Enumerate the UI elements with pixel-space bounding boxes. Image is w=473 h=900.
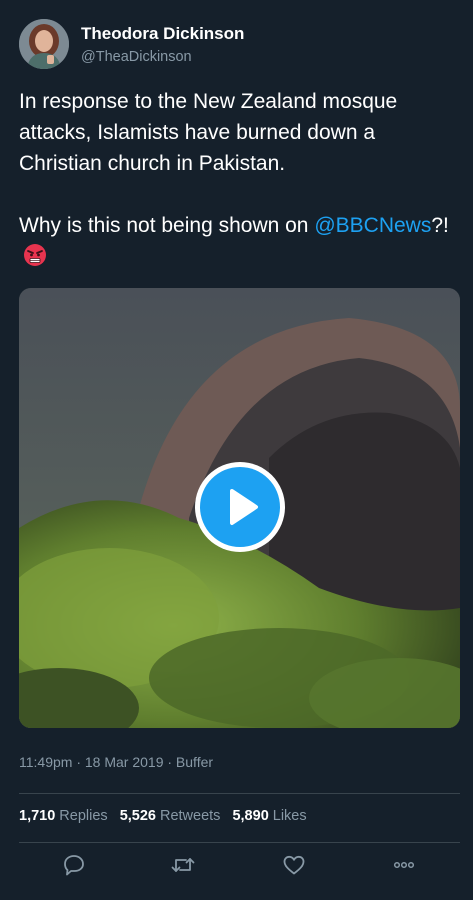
tweet: Theodora Dickinson @TheaDickinson In res… [0, 0, 473, 900]
tweet-text-line1: In response to the New Zealand mosque at… [19, 90, 398, 175]
tweet-timestamp[interactable]: 11:49pm · 18 Mar 2019 · Buffer [19, 754, 213, 770]
tweet-stats: 1,710 Replies 5,526 Retweets 5,890 Likes [19, 808, 315, 824]
reply-icon[interactable] [61, 852, 87, 878]
tweet-text-line2: Why is this not being shown on @BBCNews?… [19, 210, 459, 276]
replies-count: 1,710 [19, 808, 56, 824]
likes-count: 5,890 [232, 808, 269, 824]
likes-label: Likes [272, 808, 307, 824]
play-icon [200, 467, 280, 547]
retweets-stat[interactable]: 5,526 Retweets [120, 808, 221, 824]
tweet-text: In response to the New Zealand mosque at… [19, 86, 459, 276]
author-handle[interactable]: @TheaDickinson [81, 49, 192, 65]
like-icon[interactable] [281, 852, 307, 878]
author-name[interactable]: Theodora Dickinson [81, 24, 244, 44]
replies-stat[interactable]: 1,710 Replies [19, 808, 108, 824]
divider [19, 842, 460, 843]
play-button[interactable] [195, 462, 285, 552]
replies-label: Replies [59, 808, 108, 824]
avatar[interactable] [19, 19, 69, 69]
tweet-text-suffix: ?! [431, 214, 449, 237]
divider [19, 793, 460, 794]
tweet-actions [0, 848, 473, 882]
retweets-label: Retweets [159, 808, 221, 824]
tweet-text-prefix: Why is this not being shown on [19, 214, 315, 237]
retweet-icon[interactable] [170, 852, 196, 878]
more-icon[interactable] [391, 852, 417, 878]
likes-stat[interactable]: 5,890 Likes [232, 808, 306, 824]
mention-link[interactable]: @BBCNews [314, 214, 431, 237]
angry-face-icon [23, 243, 47, 276]
retweets-count: 5,526 [119, 808, 156, 824]
